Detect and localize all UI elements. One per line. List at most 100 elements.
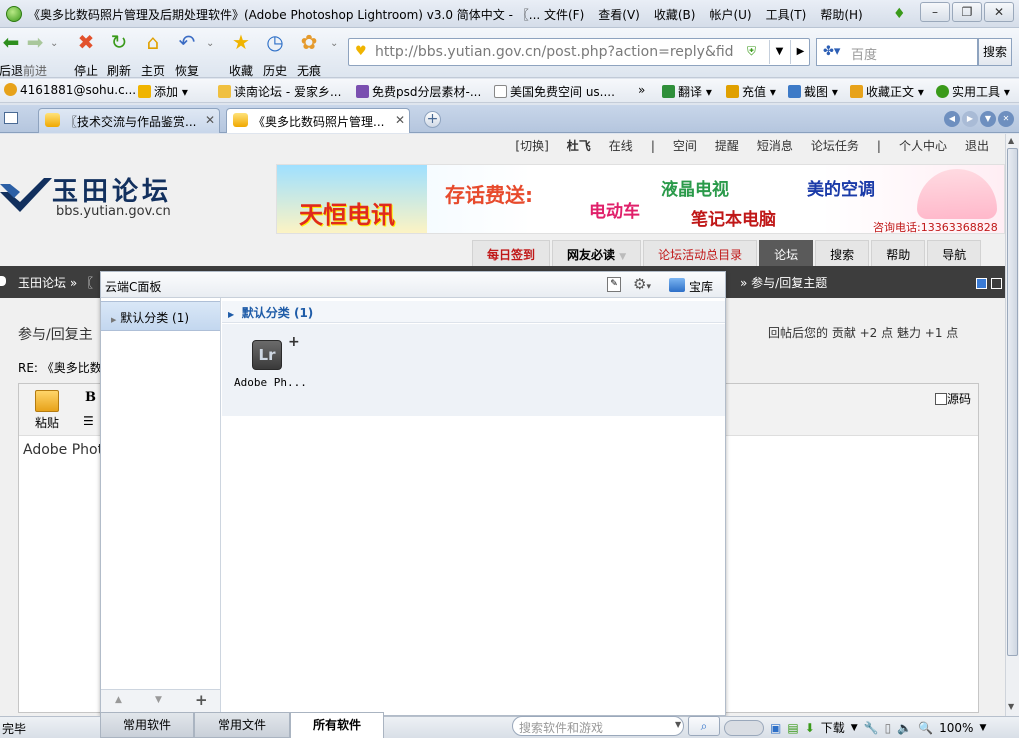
- window-icon[interactable]: ▣: [770, 721, 781, 735]
- stop-button[interactable]: ✖ 停止: [69, 30, 103, 79]
- store-icon[interactable]: [669, 278, 685, 292]
- bookmark-add[interactable]: 添加 ▾: [138, 83, 188, 100]
- home-icon[interactable]: [0, 276, 6, 286]
- source-checkbox[interactable]: [935, 393, 947, 405]
- bookmarks-overflow-icon[interactable]: »: [638, 83, 645, 97]
- zoom-level[interactable]: 100%: [939, 721, 973, 735]
- tools-icon[interactable]: 🔧: [864, 721, 879, 735]
- tab-common-software[interactable]: 常用软件: [100, 712, 194, 738]
- breadcrumb-right[interactable]: » 参与/回复主题: [740, 274, 827, 291]
- nav-must-read[interactable]: 网友必读 ▼: [552, 240, 642, 268]
- go-arrow-icon[interactable]: ▶: [790, 40, 810, 64]
- ad-banner[interactable]: 天恒电讯 存话费送: 液晶电视 美的空调 电动车 笔记本电脑 咨询电话:1336…: [276, 164, 1005, 234]
- tab-left-icon[interactable]: ◀: [944, 111, 960, 127]
- messages-link[interactable]: 短消息: [757, 137, 793, 154]
- zoom-dropdown-icon[interactable]: ▼: [979, 723, 986, 733]
- reminder-link[interactable]: 提醒: [715, 137, 739, 154]
- nav-forum[interactable]: 论坛: [759, 240, 814, 268]
- collect-text-button[interactable]: 收藏正文 ▾: [850, 83, 924, 100]
- app-label[interactable]: Adobe Ph...: [234, 376, 307, 389]
- switch-link[interactable]: [切换]: [515, 137, 548, 154]
- logout-link[interactable]: 退出: [965, 137, 989, 154]
- lightroom-app-icon[interactable]: Lr: [252, 340, 282, 370]
- url-text[interactable]: http://bbs.yutian.gov.cn/post.php?action…: [375, 44, 735, 60]
- sound-icon[interactable]: 🔈: [897, 721, 912, 735]
- nav-search[interactable]: 搜索: [815, 240, 870, 268]
- software-search-input[interactable]: 搜索软件和游戏 ▼: [512, 716, 684, 736]
- page-icon[interactable]: ▯: [885, 721, 892, 735]
- scrollbar-thumb[interactable]: [1007, 148, 1018, 656]
- tab-all-software[interactable]: 所有软件: [290, 712, 384, 738]
- paste-icon[interactable]: [35, 390, 59, 412]
- home-button[interactable]: ⌂ 主页: [136, 30, 170, 79]
- move-down-icon[interactable]: ▼: [155, 695, 162, 705]
- screenshot-button[interactable]: 截图 ▾: [788, 83, 838, 100]
- tab-lightroom-post[interactable]: 《奥多比数码照片管理... ✕: [226, 108, 410, 133]
- layout-wide-icon[interactable]: [991, 278, 1002, 289]
- download-dropdown-icon[interactable]: ▼: [851, 723, 858, 733]
- editor-content[interactable]: Adobe Phot: [23, 442, 103, 458]
- shirt-icon[interactable]: ♦: [893, 6, 906, 22]
- space-link[interactable]: 空间: [673, 137, 697, 154]
- bookmark-dunan[interactable]: 读南论坛 - 爱家乡...: [218, 83, 341, 100]
- download-arrow-icon[interactable]: ⬇: [805, 721, 815, 735]
- source-toggle[interactable]: 源码: [935, 390, 971, 407]
- search-input[interactable]: ✤▾ 百度: [816, 38, 978, 66]
- tools-button[interactable]: 实用工具 ▾: [936, 83, 1010, 100]
- move-up-icon[interactable]: ▲: [115, 695, 122, 705]
- search-dropdown-icon[interactable]: ▼: [675, 720, 681, 729]
- restore-icon[interactable]: ▤: [787, 721, 798, 735]
- refresh-button[interactable]: ↻ 刷新: [102, 30, 136, 79]
- bookmark-freespace[interactable]: 美国免费空间 us....: [494, 83, 615, 100]
- menu-view[interactable]: 查看(V): [598, 6, 640, 23]
- gear-icon[interactable]: ⚙▾: [633, 275, 651, 293]
- menu-favorites[interactable]: 收藏(B): [654, 6, 696, 23]
- incognito-button[interactable]: ✿ 无痕: [292, 30, 326, 79]
- search-button[interactable]: 搜索: [978, 38, 1012, 66]
- layout-narrow-icon[interactable]: [976, 278, 987, 289]
- tab-list-icon[interactable]: ▼: [980, 111, 996, 127]
- align-left-icon[interactable]: ☰: [83, 414, 94, 428]
- menu-account[interactable]: 帐户(U): [709, 6, 751, 23]
- url-dropdown-icon[interactable]: ▼: [769, 40, 789, 64]
- undo-dropdown-icon[interactable]: ⌄: [206, 38, 214, 49]
- menu-help[interactable]: 帮助(H): [820, 6, 862, 23]
- page-scrollbar[interactable]: ▲ ▼: [1005, 134, 1019, 716]
- translate-button[interactable]: 翻译 ▾: [662, 83, 712, 100]
- edit-page-icon[interactable]: ✎: [607, 277, 621, 292]
- menu-file[interactable]: 文件(F): [544, 6, 584, 23]
- tab-close-all-icon[interactable]: ✕: [998, 111, 1014, 127]
- category-header[interactable]: ▶ 默认分类 (1): [222, 301, 725, 323]
- baidu-paw-icon[interactable]: ✤▾: [823, 44, 840, 59]
- add-category-icon[interactable]: +: [195, 691, 208, 709]
- minimize-button[interactable]: –: [920, 2, 950, 22]
- bookmark-account[interactable]: 4161881@sohu.c...: [4, 83, 136, 97]
- address-bar[interactable]: ♥ http://bbs.yutian.gov.cn/post.php?acti…: [348, 38, 810, 66]
- sidebar-toggle-icon[interactable]: [4, 112, 18, 124]
- tasks-link[interactable]: 论坛任务: [811, 137, 859, 154]
- sidebar-item-default[interactable]: ▶ 默认分类 (1): [101, 301, 220, 331]
- download-button[interactable]: 下载: [821, 719, 845, 736]
- history-button[interactable]: ◷ 历史: [258, 30, 292, 79]
- tab-tech-exchange[interactable]: 〖技术交流与作品鉴赏... ✕: [38, 108, 220, 133]
- favorites-button[interactable]: ★ 收藏: [224, 30, 258, 79]
- add-app-icon[interactable]: +: [288, 334, 300, 350]
- username-link[interactable]: 杜飞: [567, 137, 591, 154]
- bookmark-psd[interactable]: 免费psd分层素材-...: [356, 83, 481, 100]
- incognito-dropdown-icon[interactable]: ⌄: [330, 38, 338, 49]
- scroll-up-icon[interactable]: ▲: [1008, 136, 1014, 145]
- tab-right-icon[interactable]: ▶: [962, 111, 978, 127]
- close-button[interactable]: ✕: [984, 2, 1014, 22]
- tab-close-icon[interactable]: ✕: [395, 113, 405, 127]
- toggle-switch-icon[interactable]: [724, 719, 764, 736]
- store-label[interactable]: 宝库: [689, 278, 713, 295]
- bold-button[interactable]: B: [85, 390, 96, 405]
- breadcrumb-left[interactable]: 玉田论坛 » 〖: [18, 274, 93, 291]
- zoom-icon[interactable]: 🔍: [918, 721, 933, 735]
- tab-common-files[interactable]: 常用文件: [194, 712, 290, 738]
- software-search-button[interactable]: ⌕: [688, 716, 720, 736]
- maximize-button[interactable]: ❐: [952, 2, 982, 22]
- back-dropdown-icon[interactable]: ⌄: [50, 38, 58, 49]
- recharge-button[interactable]: 充值 ▾: [726, 83, 776, 100]
- paste-label[interactable]: 粘贴: [35, 414, 59, 431]
